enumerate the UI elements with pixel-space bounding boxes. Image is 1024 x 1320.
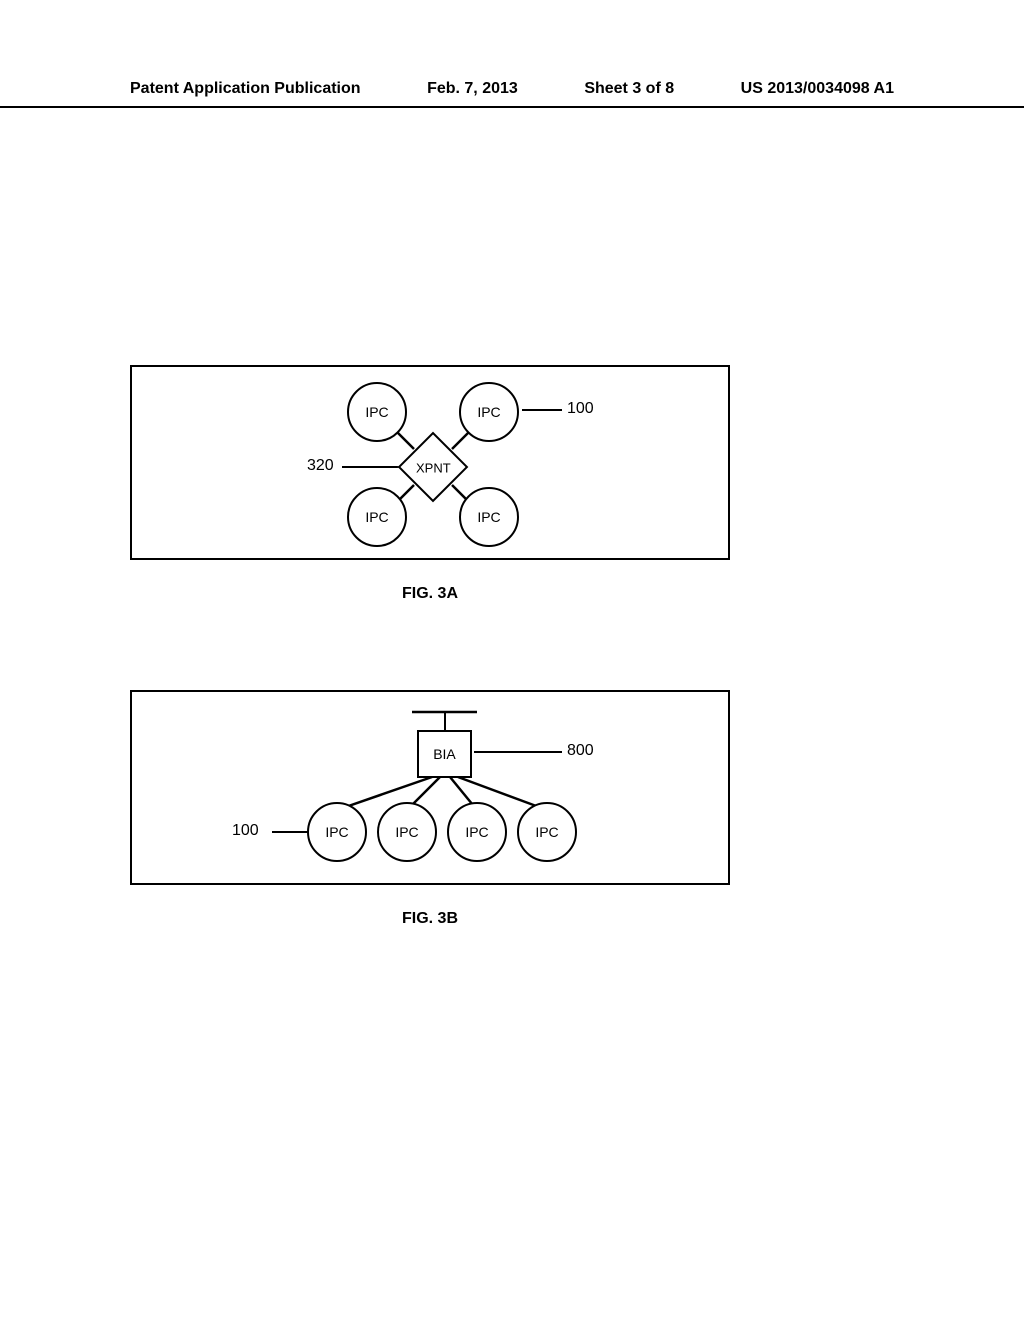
ipc-circle-1: IPC [307, 802, 367, 862]
fig3b-connectors [132, 692, 732, 887]
pub-number: US 2013/0034098 A1 [741, 80, 894, 98]
ref-100-label-3b: 100 [232, 822, 259, 840]
ipc-circle-bottom-left: IPC [347, 487, 407, 547]
figure-3b-box: BIA IPC IPC IPC IPC 800 100 [130, 690, 730, 885]
page-header: Patent Application Publication Feb. 7, 2… [0, 0, 1024, 108]
figure-3a-box: IPC IPC IPC IPC XPNT 320 100 [130, 365, 730, 560]
pub-date: Feb. 7, 2013 [427, 80, 518, 98]
ipc-circle-bottom-right: IPC [459, 487, 519, 547]
ipc-circle-top-left: IPC [347, 382, 407, 442]
ipc-circle-top-right: IPC [459, 382, 519, 442]
ipc-circle-2: IPC [377, 802, 437, 862]
fig-3a-caption: FIG. 3A [130, 585, 730, 603]
bia-box: BIA [417, 730, 472, 778]
sheet-number: Sheet 3 of 8 [584, 80, 674, 98]
pub-type: Patent Application Publication [130, 80, 361, 98]
fig-3b-caption: FIG. 3B [130, 910, 730, 928]
ipc-circle-4: IPC [517, 802, 577, 862]
ref-800-label: 800 [567, 742, 594, 760]
ref-320-label: 320 [307, 457, 334, 475]
ipc-circle-3: IPC [447, 802, 507, 862]
ref-100-label-3a: 100 [567, 400, 594, 418]
